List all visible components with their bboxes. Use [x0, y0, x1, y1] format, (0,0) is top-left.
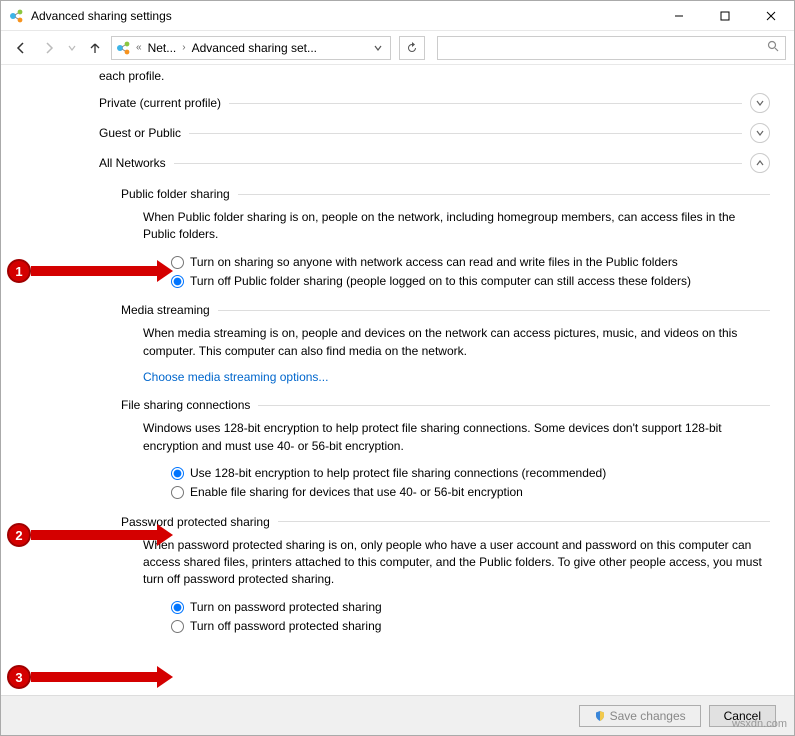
section-guest[interactable]: Guest or Public: [99, 123, 770, 143]
radio-password-off-input[interactable]: [171, 620, 184, 633]
window: Advanced sharing settings « Net... › Adv…: [0, 0, 795, 736]
search-box[interactable]: [437, 36, 786, 60]
shield-icon: [594, 710, 606, 722]
navbar: « Net... › Advanced sharing set...: [1, 31, 794, 65]
radio-password-on[interactable]: Turn on password protected sharing: [171, 599, 770, 616]
chevron-right-icon: ›: [182, 42, 185, 53]
app-icon: [9, 8, 25, 24]
public-folder-desc: When Public folder sharing is on, people…: [143, 209, 770, 244]
section-private-label: Private (current profile): [99, 96, 221, 110]
radio-128bit-input[interactable]: [171, 467, 184, 480]
breadcrumb-current[interactable]: Advanced sharing set...: [190, 41, 319, 55]
window-title: Advanced sharing settings: [31, 9, 656, 23]
section-all-label: All Networks: [99, 156, 166, 170]
save-button-label: Save changes: [610, 709, 686, 723]
file-conn-title: File sharing connections: [121, 398, 250, 412]
breadcrumb-back-icon: «: [136, 42, 142, 53]
file-conn-desc: Windows uses 128-bit encryption to help …: [143, 420, 770, 455]
radio-password-off-label: Turn off password protected sharing: [190, 618, 381, 635]
password-desc: When password protected sharing is on, o…: [143, 537, 770, 589]
breadcrumb[interactable]: « Net... › Advanced sharing set...: [111, 36, 391, 60]
intro-text: each profile.: [99, 69, 770, 83]
maximize-button[interactable]: [702, 1, 748, 31]
radio-public-off-input[interactable]: [171, 275, 184, 288]
minimize-button[interactable]: [656, 1, 702, 31]
footer: Save changes Cancel: [1, 695, 794, 735]
search-input[interactable]: [444, 41, 767, 55]
subsection-file-conn: File sharing connections Windows uses 12…: [121, 398, 770, 500]
media-options-link[interactable]: Choose media streaming options...: [143, 370, 770, 384]
refresh-button[interactable]: [399, 36, 425, 60]
media-title: Media streaming: [121, 303, 210, 317]
radio-40-56bit-label: Enable file sharing for devices that use…: [190, 484, 523, 501]
titlebar: Advanced sharing settings: [1, 1, 794, 31]
subsection-media: Media streaming When media streaming is …: [121, 303, 770, 384]
radio-128bit-label: Use 128-bit encryption to help protect f…: [190, 465, 606, 482]
radio-public-off[interactable]: Turn off Public folder sharing (people l…: [171, 273, 770, 290]
password-title: Password protected sharing: [121, 515, 270, 529]
radio-40-56bit-input[interactable]: [171, 486, 184, 499]
section-guest-label: Guest or Public: [99, 126, 181, 140]
subsection-password: Password protected sharing When password…: [121, 515, 770, 635]
sharing-icon: [116, 40, 132, 56]
breadcrumb-dropdown[interactable]: [370, 44, 386, 52]
window-controls: [656, 1, 794, 31]
search-icon[interactable]: [767, 40, 779, 55]
watermark: wsxdn.com: [732, 718, 787, 730]
up-button[interactable]: [83, 36, 107, 60]
breadcrumb-root[interactable]: Net...: [146, 41, 179, 55]
radio-password-on-label: Turn on password protected sharing: [190, 599, 382, 616]
section-private[interactable]: Private (current profile): [99, 93, 770, 113]
radio-public-on-input[interactable]: [171, 256, 184, 269]
media-desc: When media streaming is on, people and d…: [143, 325, 770, 360]
radio-public-on-label: Turn on sharing so anyone with network a…: [190, 254, 678, 271]
radio-40-56bit[interactable]: Enable file sharing for devices that use…: [171, 484, 770, 501]
close-button[interactable]: [748, 1, 794, 31]
chevron-down-icon[interactable]: [750, 123, 770, 143]
content-area: each profile. Private (current profile) …: [1, 65, 794, 695]
radio-128bit[interactable]: Use 128-bit encryption to help protect f…: [171, 465, 770, 482]
recent-dropdown[interactable]: [65, 36, 79, 60]
public-folder-title: Public folder sharing: [121, 187, 230, 201]
subsection-public-folder: Public folder sharing When Public folder…: [121, 187, 770, 289]
radio-public-on[interactable]: Turn on sharing so anyone with network a…: [171, 254, 770, 271]
forward-button[interactable]: [37, 36, 61, 60]
chevron-down-icon[interactable]: [750, 93, 770, 113]
radio-password-on-input[interactable]: [171, 601, 184, 614]
chevron-up-icon[interactable]: [750, 153, 770, 173]
radio-password-off[interactable]: Turn off password protected sharing: [171, 618, 770, 635]
section-all-networks[interactable]: All Networks: [99, 153, 770, 173]
scroll-area[interactable]: each profile. Private (current profile) …: [1, 65, 794, 695]
radio-public-off-label: Turn off Public folder sharing (people l…: [190, 273, 691, 290]
back-button[interactable]: [9, 36, 33, 60]
save-button[interactable]: Save changes: [579, 705, 701, 727]
